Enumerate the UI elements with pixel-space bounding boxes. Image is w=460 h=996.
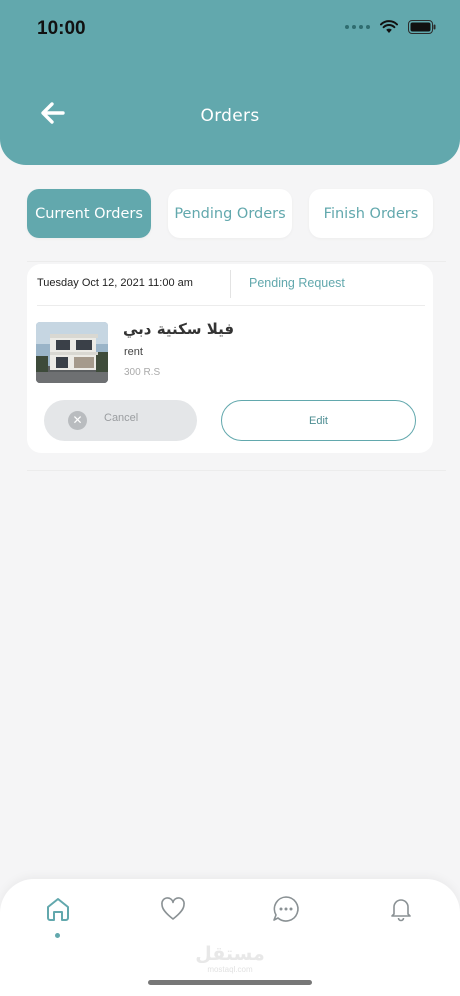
tab-current-orders[interactable]: Current Orders [27,189,151,238]
home-icon [47,898,69,921]
app-header: 10:00 Orders [0,0,460,165]
property-thumbnail [36,322,108,383]
nav-chat[interactable] [271,894,301,924]
divider [27,470,446,471]
property-type: rent [124,346,143,358]
status-icons [345,20,436,34]
property-price: 300 R.S [124,367,161,378]
order-date: Tuesday Oct 12, 2021 11:00 am [37,277,193,289]
nav-notifications[interactable] [386,894,416,924]
divider [230,270,231,298]
battery-icon [408,20,436,34]
page-title: Orders [200,106,260,126]
bottom-nav: مستقل mostaql.com [0,879,460,996]
nav-home[interactable] [43,894,73,924]
property-name: فيلا سكنية دبي [123,320,235,338]
watermark-url: mostaql.com [207,965,253,974]
close-icon: ✕ [68,411,87,430]
order-tabs: Current Orders Pending Orders Finish Ord… [27,189,433,238]
tab-pending-orders[interactable]: Pending Orders [168,189,292,238]
cancel-button[interactable]: ✕ Cancel [44,400,197,441]
chat-icon [273,896,299,922]
signal-dots-icon [345,25,370,29]
order-card[interactable]: Tuesday Oct 12, 2021 11:00 am Pending Re… [27,264,433,453]
watermark-logo: مستقل [195,943,265,965]
active-indicator [55,933,60,938]
cancel-label: Cancel [104,412,139,424]
heart-icon [161,897,185,920]
divider [27,261,446,262]
tab-finish-orders[interactable]: Finish Orders [309,189,433,238]
wifi-icon [380,20,398,33]
home-indicator[interactable] [148,980,312,985]
edit-button[interactable]: Edit [221,400,416,441]
nav-favorites[interactable] [158,894,188,924]
divider [37,305,425,306]
bell-icon [391,899,411,922]
status-time: 10:00 [37,18,86,39]
order-status: Pending Request [249,276,345,290]
